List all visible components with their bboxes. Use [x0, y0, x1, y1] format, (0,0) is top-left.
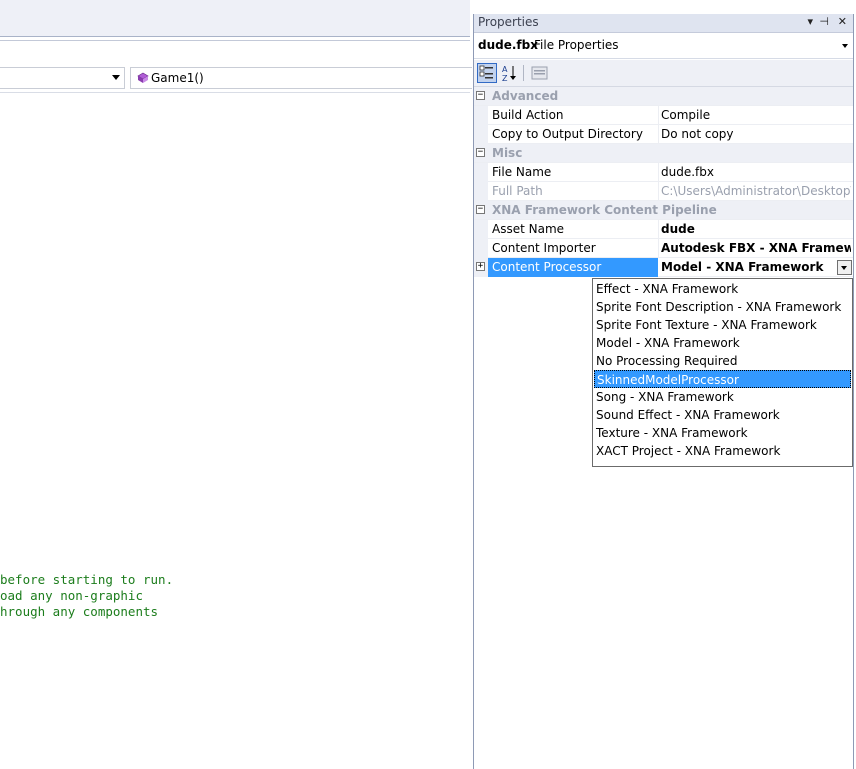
document-tab-strip: [0, 0, 470, 37]
category-label: Advanced: [492, 89, 559, 103]
navigation-bar: Game1(): [0, 67, 472, 91]
auto-hide-pin-icon[interactable]: ⊣: [819, 15, 829, 28]
property-value[interactable]: Model - XNA Framework: [661, 260, 831, 274]
svg-text:Z: Z: [502, 74, 508, 83]
code-comment-line: hrough any components: [0, 604, 159, 619]
property-value[interactable]: dude: [661, 222, 851, 236]
property-pages-icon: [531, 66, 548, 80]
row-margin: [474, 125, 488, 144]
property-name: Full Path: [492, 184, 543, 198]
category-row[interactable]: − Advanced: [474, 87, 853, 106]
property-name: Build Action: [492, 108, 564, 122]
dropdown-option-selected[interactable]: SkinnedModelProcessor: [594, 370, 851, 388]
code-editor[interactable]: Game1() before starting to run. oad any …: [0, 0, 472, 769]
category-label: Misc: [492, 146, 523, 160]
property-value[interactable]: Do not copy: [661, 127, 851, 141]
member-combo-label: Game1(): [151, 71, 204, 85]
dropdown-option[interactable]: No Processing Required: [594, 352, 851, 370]
tab-strip-divider: [0, 40, 470, 41]
property-name: Asset Name: [492, 222, 565, 236]
dropdown-option[interactable]: Sound Effect - XNA Framework: [594, 406, 851, 424]
object-selector-combo[interactable]: dude.fbx File Properties: [474, 33, 853, 59]
property-row-selected[interactable]: + Content Processor Model - XNA Framewor…: [474, 258, 853, 277]
column-divider: [658, 106, 659, 125]
category-label: XNA Framework Content Pipeline: [492, 203, 717, 217]
column-divider: [658, 125, 659, 144]
property-row[interactable]: Asset Name dude: [474, 220, 853, 239]
dropdown-option[interactable]: Song - XNA Framework: [594, 388, 851, 406]
column-divider: [658, 239, 659, 258]
property-name: Content Importer: [492, 241, 596, 255]
chevron-down-icon[interactable]: [112, 75, 120, 80]
property-name: File Name: [492, 165, 552, 179]
properties-toolbar: A Z: [474, 60, 853, 87]
code-comment-line: oad any non-graphic: [0, 588, 143, 603]
property-pages-button[interactable]: [530, 63, 550, 83]
categorized-view-button[interactable]: [477, 63, 497, 83]
type-combo[interactable]: [0, 67, 125, 89]
property-name: Content Processor: [492, 260, 602, 274]
svg-text:A: A: [502, 65, 508, 74]
member-combo[interactable]: Game1(): [130, 67, 472, 89]
code-comment-line: before starting to run.: [0, 572, 174, 587]
property-name: Copy to Output Directory: [492, 127, 643, 141]
dropdown-option[interactable]: XACT Project - XNA Framework: [594, 442, 851, 460]
content-processor-dropdown-list[interactable]: Effect - XNA Framework Sprite Font Descr…: [592, 278, 853, 467]
property-value[interactable]: dude.fbx: [661, 165, 851, 179]
property-row[interactable]: Build Action Compile: [474, 106, 853, 125]
property-grid: − Advanced Build Action Compile Copy to …: [474, 87, 853, 277]
selected-object-name: dude.fbx: [478, 38, 538, 52]
dropdown-option[interactable]: Sprite Font Texture - XNA Framework: [594, 316, 851, 334]
property-row[interactable]: File Name dude.fbx: [474, 163, 853, 182]
chevron-down-icon[interactable]: [842, 44, 848, 48]
row-margin: [474, 163, 488, 182]
method-icon: [137, 72, 149, 83]
expand-icon[interactable]: +: [476, 262, 485, 271]
property-value[interactable]: Autodesk FBX - XNA Framework: [661, 241, 851, 255]
row-margin: [474, 106, 488, 125]
property-row[interactable]: Content Importer Autodesk FBX - XNA Fram…: [474, 239, 853, 258]
toolbar-separator: [523, 65, 524, 81]
collapse-icon[interactable]: −: [476, 148, 485, 157]
column-divider: [658, 182, 659, 201]
column-divider: [658, 220, 659, 239]
column-divider: [658, 163, 659, 182]
window-menu-icon[interactable]: ▾: [807, 15, 813, 28]
row-margin: [474, 239, 488, 258]
properties-title: Properties: [478, 15, 539, 29]
category-row[interactable]: − XNA Framework Content Pipeline: [474, 201, 853, 220]
selected-object-type: File Properties: [534, 38, 619, 52]
sort-alphabetical-icon: A Z: [502, 65, 516, 83]
property-value[interactable]: C:\Users\Administrator\Desktop\: [661, 184, 851, 198]
dropdown-button[interactable]: [837, 260, 852, 275]
row-margin: [474, 220, 488, 239]
collapse-icon[interactable]: −: [476, 91, 485, 100]
property-row[interactable]: Copy to Output Directory Do not copy: [474, 125, 853, 144]
alphabetical-view-button[interactable]: A Z: [500, 63, 520, 83]
dropdown-option[interactable]: Model - XNA Framework: [594, 334, 851, 352]
category-row[interactable]: − Misc: [474, 144, 853, 163]
property-row[interactable]: Full Path C:\Users\Administrator\Desktop…: [474, 182, 853, 201]
collapse-icon[interactable]: −: [476, 205, 485, 214]
dropdown-option[interactable]: Sprite Font Description - XNA Framework: [594, 298, 851, 316]
dropdown-option[interactable]: Effect - XNA Framework: [594, 280, 851, 298]
close-icon[interactable]: ✕: [838, 15, 847, 28]
dropdown-option[interactable]: Texture - XNA Framework: [594, 424, 851, 442]
navbar-divider: [0, 92, 470, 93]
categorized-icon: [479, 65, 493, 79]
properties-title-bar: Properties ▾ ⊣ ✕: [474, 14, 853, 33]
selected-property-name-cell[interactable]: Content Processor: [488, 258, 658, 277]
property-value[interactable]: Compile: [661, 108, 851, 122]
row-margin: [474, 182, 488, 201]
